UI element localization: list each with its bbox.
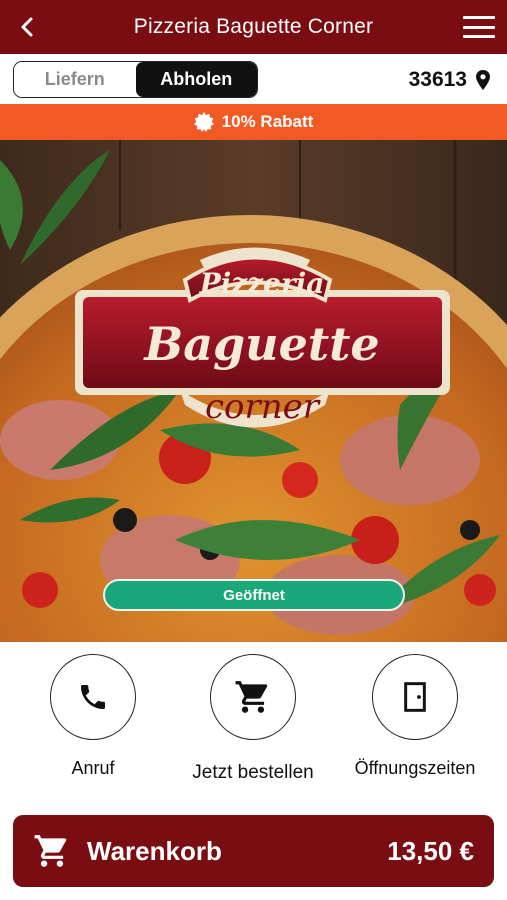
logo-line-2: Baguette	[142, 317, 379, 371]
door-icon	[404, 682, 426, 712]
quick-actions: Anruf Jetzt bestellen Öffnungszeiten	[0, 642, 507, 802]
order-now-action[interactable]: Jetzt bestellen	[173, 654, 333, 784]
call-action[interactable]: Anruf	[13, 654, 173, 779]
badge-icon	[193, 112, 214, 132]
shopping-cart-icon	[235, 681, 268, 713]
hamburger-menu-icon	[463, 16, 495, 19]
restaurant-hero-image: Pizzeria Baguette corner	[0, 140, 507, 642]
open-status-badge: Geöffnet	[103, 579, 405, 611]
cart-button[interactable]: Warenkorb 13,50 €	[13, 815, 494, 887]
cart-label: Warenkorb	[87, 835, 222, 866]
delivery-mode-toggle: Liefern Abholen	[13, 61, 258, 98]
menu-button[interactable]	[461, 13, 497, 41]
page-title: Pizzeria Baguette Corner	[133, 15, 374, 38]
location-selector[interactable]: 33613	[409, 65, 491, 95]
call-label: Anruf	[71, 758, 115, 778]
discount-text: 10% Rabatt	[221, 112, 314, 131]
back-button[interactable]	[10, 9, 46, 45]
delivery-option[interactable]: Liefern	[14, 62, 136, 97]
order-mode-bar: Liefern Abholen 33613	[0, 54, 507, 104]
order-now-button[interactable]	[210, 654, 296, 740]
pizza-background-image: Pizzeria Baguette corner	[0, 140, 507, 642]
cart-total: 13,50 €	[387, 835, 474, 866]
call-button[interactable]	[50, 654, 136, 740]
logo-line-1: Pizzeria	[199, 267, 325, 300]
opening-hours-action[interactable]: Öffnungszeiten	[335, 654, 495, 779]
order-now-label: Jetzt bestellen	[192, 762, 314, 783]
chevron-left-icon	[21, 17, 33, 37]
opening-hours-button[interactable]	[372, 654, 458, 740]
logo-line-3: corner	[205, 387, 321, 427]
opening-hours-label: Öffnungszeiten	[354, 758, 476, 778]
map-pin-icon	[476, 70, 490, 90]
phone-icon	[81, 685, 105, 709]
shopping-cart-icon	[34, 835, 67, 867]
pickup-option[interactable]: Abholen	[135, 62, 257, 97]
discount-banner[interactable]: 10% Rabatt	[0, 104, 507, 140]
app-header: Pizzeria Baguette Corner	[0, 0, 507, 54]
zip-code: 33613	[408, 68, 467, 91]
